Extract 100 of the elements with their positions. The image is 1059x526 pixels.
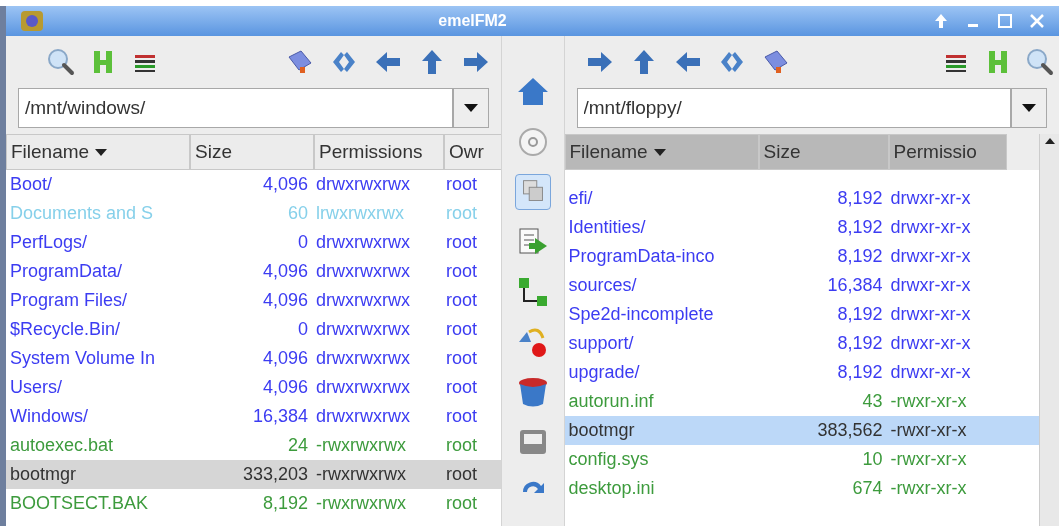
file-row[interactable]: Users/ 4,096 drwxrwxrwx root <box>6 373 501 402</box>
zoom-search-icon[interactable] <box>46 47 76 77</box>
file-permissions: drwxr-xr-x <box>889 332 972 355</box>
file-row[interactable]: efi/ 8,192 drwxr-xr-x <box>564 184 1039 213</box>
file-row[interactable]: Spe2d-incomplete 8,192 drwxr-xr-x <box>564 300 1039 329</box>
file-permissions: drwxr-xr-x <box>889 216 972 239</box>
file-size: 16,384 <box>251 405 309 428</box>
file-owner: root <box>445 231 479 254</box>
file-row[interactable]: support/ 8,192 drwxr-xr-x <box>564 329 1039 358</box>
column-header[interactable]: Size <box>758 134 889 170</box>
file-row[interactable]: PerfLogs/ 0 drwxrwxrwx root <box>6 228 501 257</box>
file-name: BOOTSECT.BAK <box>9 492 150 515</box>
file-permissions: drwxrwxrwx <box>315 318 411 341</box>
file-owner: root <box>445 376 479 399</box>
file-row[interactable]: Identities/ 8,192 drwxr-xr-x <box>564 213 1039 242</box>
file-size: 383,562 <box>816 419 884 442</box>
file-size: 60 <box>286 202 309 225</box>
file-owner: root <box>445 405 479 428</box>
scroll-up-icon[interactable] <box>1044 138 1055 144</box>
zoom-search-icon[interactable] <box>1025 47 1055 77</box>
file-permissions: drwxrwxrwx <box>315 347 411 370</box>
file-row[interactable]: ProgramData/ 4,096 drwxrwxrwx root <box>6 257 501 286</box>
file-row[interactable]: sources/ 16,384 drwxr-xr-x <box>564 271 1039 300</box>
file-row[interactable]: autorun.inf 43 -rwxr-xr-x <box>564 387 1039 416</box>
file-row[interactable]: Program Files/ 4,096 drwxrwxrwx root <box>6 286 501 315</box>
path-field[interactable]: /mnt/windows/ <box>18 88 453 128</box>
file-permissions: drwxrwxrwx <box>315 289 411 312</box>
file-name: Boot/ <box>9 173 54 196</box>
file-name: bootmgr <box>9 463 78 486</box>
file-permissions: drwxrwxrwx <box>315 405 411 428</box>
file-size: 674 <box>851 477 884 500</box>
file-size: 8,192 <box>836 361 884 384</box>
shade-up-icon[interactable] <box>933 13 949 29</box>
file-size: 4,096 <box>261 173 309 196</box>
file-size: 4,096 <box>261 347 309 370</box>
file-row[interactable]: upgrade/ 8,192 drwxr-xr-x <box>564 358 1039 387</box>
column-header[interactable]: Permissio <box>888 134 1007 170</box>
file-row[interactable]: Boot/ 4,096 drwxrwxrwx root <box>6 170 501 199</box>
file-owner: root <box>445 318 479 341</box>
file-permissions: drwxr-xr-x <box>889 274 972 297</box>
file-name: desktop.ini <box>567 477 656 500</box>
file-row[interactable]: bootmgr 383,562 -rwxr-xr-x <box>564 416 1039 445</box>
file-name: config.sys <box>567 448 650 471</box>
column-header[interactable]: Size <box>190 134 314 170</box>
file-permissions: drwxr-xr-x <box>889 245 972 268</box>
file-row[interactable]: desktop.ini 674 -rwxr-xr-x <box>564 474 1039 503</box>
file-permissions: lrwxrwxrwx <box>315 202 405 225</box>
file-name: Spe2d-incomplete <box>567 303 715 326</box>
file-owner: root <box>445 347 479 370</box>
file-name: sources/ <box>567 274 638 297</box>
file-permissions: drwxrwxrwx <box>315 376 411 399</box>
file-permissions: -rwxrwxrwx <box>315 463 407 486</box>
column-header[interactable]: Owr <box>444 134 501 170</box>
file-owner: root <box>445 260 479 283</box>
file-name: bootmgr <box>567 419 636 442</box>
file-row[interactable]: System Volume In 4,096 drwxrwxrwx root <box>6 344 501 373</box>
file-name: PerfLogs/ <box>9 231 89 254</box>
dropdown-button[interactable] <box>452 88 489 128</box>
copy-icon[interactable] <box>514 174 551 210</box>
dropdown-button[interactable] <box>1011 88 1047 128</box>
file-owner: root <box>445 463 479 486</box>
path-field[interactable]: /mnt/floppy/ <box>576 88 1011 128</box>
file-size: 8,192 <box>836 187 884 210</box>
caret-icon <box>463 104 478 112</box>
file-permissions: drwxrwxrwx <box>315 173 411 196</box>
column-header[interactable]: Filename <box>564 134 759 170</box>
file-name: autoexec.bat <box>9 434 115 457</box>
file-size: 8,192 <box>836 332 884 355</box>
close-icon[interactable] <box>1029 13 1045 29</box>
column-header[interactable]: Permissions <box>314 134 444 170</box>
file-name: Documents and S <box>9 202 155 225</box>
file-name: ProgramData-inco <box>567 245 716 268</box>
file-owner: root <box>445 173 479 196</box>
file-permissions: drwxr-xr-x <box>889 303 972 326</box>
file-permissions: -rwxr-xr-x <box>889 477 968 500</box>
file-name: autorun.inf <box>567 390 655 413</box>
scrollbar[interactable] <box>1039 134 1059 526</box>
file-size: 8,192 <box>836 303 884 326</box>
file-permissions: drwxrwxrwx <box>315 260 411 283</box>
file-row[interactable]: $Recycle.Bin/ 0 drwxrwxrwx root <box>6 315 501 344</box>
file-size: 4,096 <box>261 260 309 283</box>
file-size: 4,096 <box>261 376 309 399</box>
file-name: $Recycle.Bin/ <box>9 318 122 341</box>
file-row[interactable]: autoexec.bat 24 -rwxrwxrwx root <box>6 431 501 460</box>
file-permissions: -rwxrwxrwx <box>315 434 407 457</box>
file-name: Program Files/ <box>9 289 129 312</box>
file-size: 8,192 <box>261 492 309 515</box>
sort-caret-icon <box>95 148 108 156</box>
file-row[interactable]: Windows/ 16,384 drwxrwxrwx root <box>6 402 501 431</box>
file-size: 8,192 <box>836 216 884 239</box>
file-row[interactable]: bootmgr 333,203 -rwxrwxrwx root <box>6 460 501 489</box>
file-row[interactable]: BOOTSECT.BAK 8,192 -rwxrwxrwx root <box>6 489 501 518</box>
file-size: 0 <box>297 231 309 254</box>
maximize-icon[interactable] <box>997 13 1013 29</box>
file-size: 24 <box>286 434 309 457</box>
file-size: 4,096 <box>261 289 309 312</box>
file-row[interactable]: config.sys 10 -rwxr-xr-x <box>564 445 1039 474</box>
file-permissions: -rwxr-xr-x <box>889 448 968 471</box>
column-header[interactable]: Filename <box>6 134 190 170</box>
file-row[interactable]: ProgramData-inco 8,192 drwxr-xr-x <box>564 242 1039 271</box>
